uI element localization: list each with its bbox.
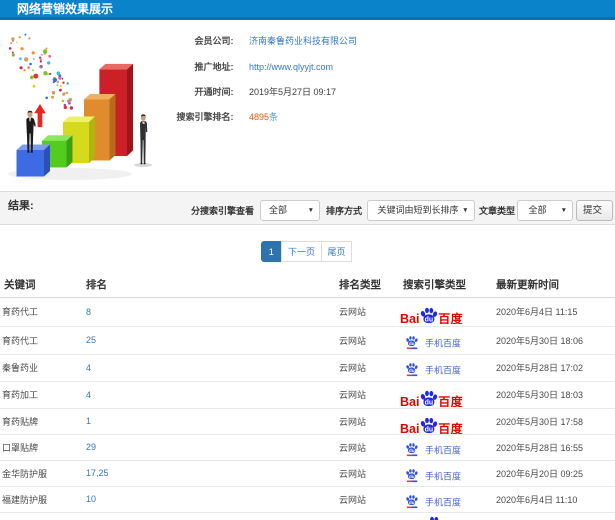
svg-text:百度: 百度 [438,420,463,433]
svg-text:手机百度: 手机百度 [425,337,461,348]
svg-text:du: du [409,500,415,505]
svg-text:du: du [424,426,433,433]
svg-text:手机百度: 手机百度 [425,365,461,376]
svg-text:手机百度: 手机百度 [425,470,461,481]
svg-text:手机百度: 手机百度 [425,444,461,455]
svg-text:du: du [409,368,415,373]
svg-text:du: du [424,317,433,324]
svg-text:Bai: Bai [400,421,419,433]
svg-text:百度: 百度 [438,394,463,407]
svg-text:Bai: Bai [400,312,419,324]
svg-text:du: du [409,448,415,453]
svg-text:du: du [409,474,415,479]
svg-text:Bai: Bai [400,395,419,407]
svg-text:du: du [409,341,415,346]
svg-text:手机百度: 手机百度 [425,496,461,507]
svg-text:百度: 百度 [438,311,463,324]
svg-text:du: du [424,400,433,407]
